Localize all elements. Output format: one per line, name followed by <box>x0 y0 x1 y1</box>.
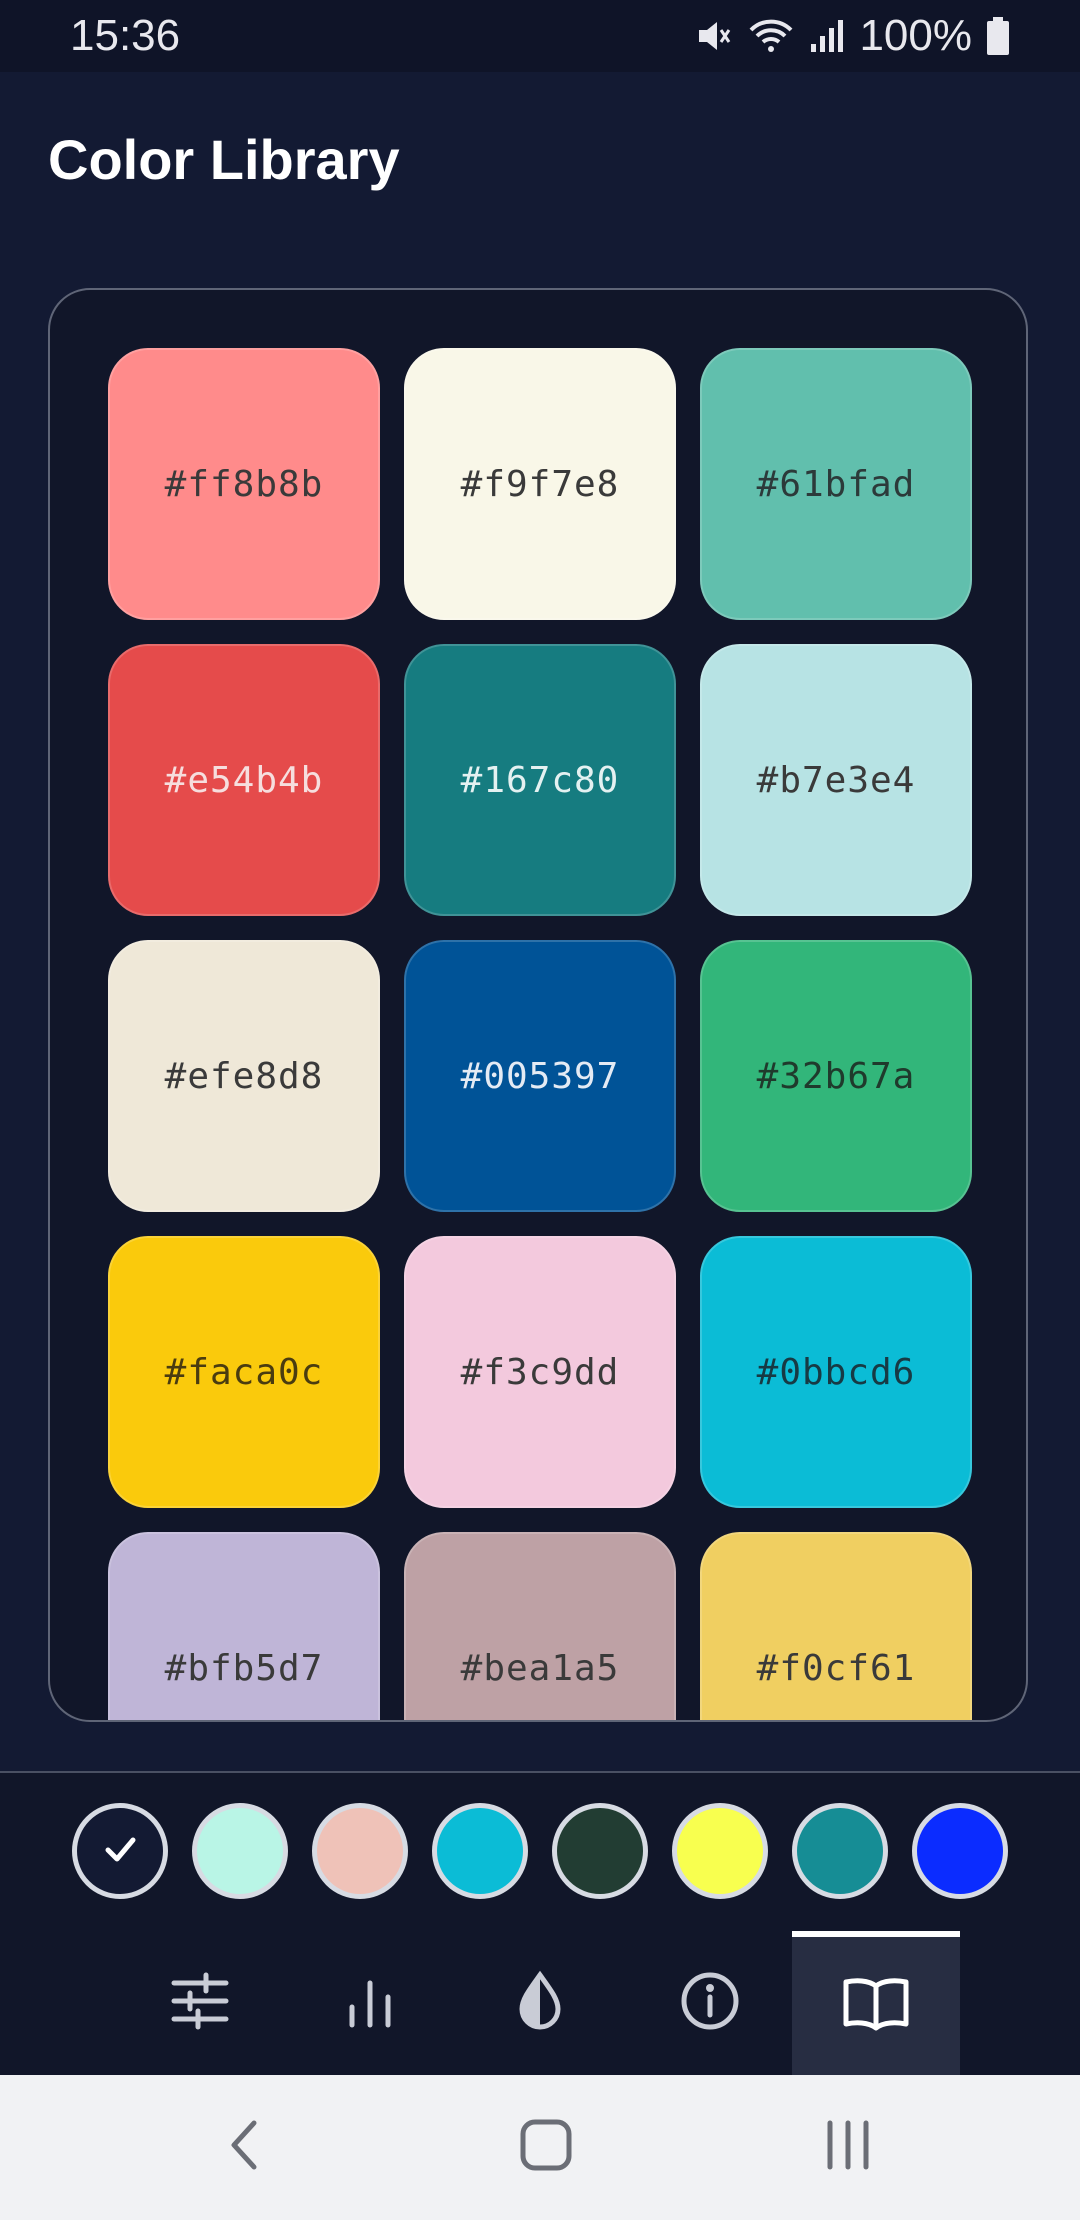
swatch-hex-label: #f3c9dd <box>460 1351 620 1393</box>
tab-chart[interactable] <box>286 1931 454 2075</box>
swatch-hex-label: #bfb5d7 <box>164 1647 324 1689</box>
color-swatch[interactable]: #bea1a5 <box>404 1532 676 1720</box>
swatch-hex-label: #005397 <box>460 1055 620 1097</box>
swatch-hex-label: #f9f7e8 <box>460 463 620 505</box>
bottom-toolbar <box>0 1773 1080 2075</box>
swatch-hex-label: #e54b4b <box>164 759 324 801</box>
status-bar: 15:36 100% <box>0 0 1080 72</box>
palette-chip[interactable] <box>912 1803 1008 1899</box>
palette-chip[interactable] <box>192 1803 288 1899</box>
swatch-hex-label: #b7e3e4 <box>756 759 916 801</box>
back-button[interactable] <box>164 2075 324 2220</box>
swatch-hex-label: #ff8b8b <box>164 463 324 505</box>
color-swatch[interactable]: #f3c9dd <box>404 1236 676 1508</box>
status-time: 15:36 <box>70 11 181 60</box>
wifi-icon <box>747 16 795 56</box>
color-swatch[interactable]: #f0cf61 <box>700 1532 972 1720</box>
status-icons: 100% <box>693 10 1010 62</box>
tab-library[interactable] <box>792 1931 960 2075</box>
back-icon <box>224 2117 264 2178</box>
recents-icon <box>820 2117 876 2178</box>
swatch-hex-label: #32b67a <box>756 1055 916 1097</box>
contrast-drop-icon <box>508 1969 572 2038</box>
color-library-panel[interactable]: #ff8b8b #f9f7e8 #61bfad #e54b4b #167c80 #b7e3… <box>48 288 1028 1722</box>
color-swatch[interactable]: #61bfad <box>700 348 972 620</box>
recents-button[interactable] <box>768 2075 928 2220</box>
color-swatch[interactable]: #ff8b8b <box>108 348 380 620</box>
palette-chip[interactable] <box>792 1803 888 1899</box>
mute-icon <box>693 16 733 56</box>
color-swatch[interactable]: #167c80 <box>404 644 676 916</box>
color-swatch[interactable]: #b7e3e4 <box>700 644 972 916</box>
color-swatch[interactable]: #f9f7e8 <box>404 348 676 620</box>
page-title: Color Library <box>48 128 400 191</box>
palette-chip-selected[interactable] <box>72 1803 168 1899</box>
sliders-icon <box>168 1969 232 2038</box>
palette-chip[interactable] <box>552 1803 648 1899</box>
swatch-hex-label: #faca0c <box>164 1351 324 1393</box>
info-icon <box>678 1969 742 2038</box>
tab-info[interactable] <box>626 1931 794 2075</box>
tab-contrast[interactable] <box>456 1931 624 2075</box>
palette-chip[interactable] <box>432 1803 528 1899</box>
swatch-hex-label: #61bfad <box>756 463 916 505</box>
color-swatch[interactable]: #32b67a <box>700 940 972 1212</box>
color-swatch[interactable]: #0bbcd6 <box>700 1236 972 1508</box>
signal-icon <box>809 16 845 56</box>
swatch-hex-label: #f0cf61 <box>756 1647 916 1689</box>
color-swatch[interactable]: #005397 <box>404 940 676 1212</box>
home-button[interactable] <box>466 2075 626 2220</box>
palette-chip[interactable] <box>312 1803 408 1899</box>
color-swatch[interactable]: #faca0c <box>108 1236 380 1508</box>
palette-row <box>72 1803 1012 1899</box>
battery-percent: 100% <box>859 11 972 60</box>
tab-bar <box>0 1931 1080 2075</box>
swatch-hex-label: #bea1a5 <box>460 1647 620 1689</box>
system-nav-bar <box>0 2075 1080 2220</box>
home-icon <box>518 2117 574 2178</box>
check-icon <box>100 1829 140 1874</box>
swatch-hex-label: #167c80 <box>460 759 620 801</box>
swatch-grid: #ff8b8b #f9f7e8 #61bfad #e54b4b #167c80 #b7e3… <box>108 348 972 1720</box>
tab-adjust[interactable] <box>116 1931 284 2075</box>
book-icon <box>840 1972 912 2041</box>
color-swatch[interactable]: #e54b4b <box>108 644 380 916</box>
swatch-hex-label: #0bbcd6 <box>756 1351 916 1393</box>
battery-icon <box>986 16 1010 56</box>
color-swatch[interactable]: #efe8d8 <box>108 940 380 1212</box>
palette-chip[interactable] <box>672 1803 768 1899</box>
color-swatch[interactable]: #bfb5d7 <box>108 1532 380 1720</box>
bar-chart-icon <box>338 1969 402 2038</box>
swatch-hex-label: #efe8d8 <box>164 1055 324 1097</box>
